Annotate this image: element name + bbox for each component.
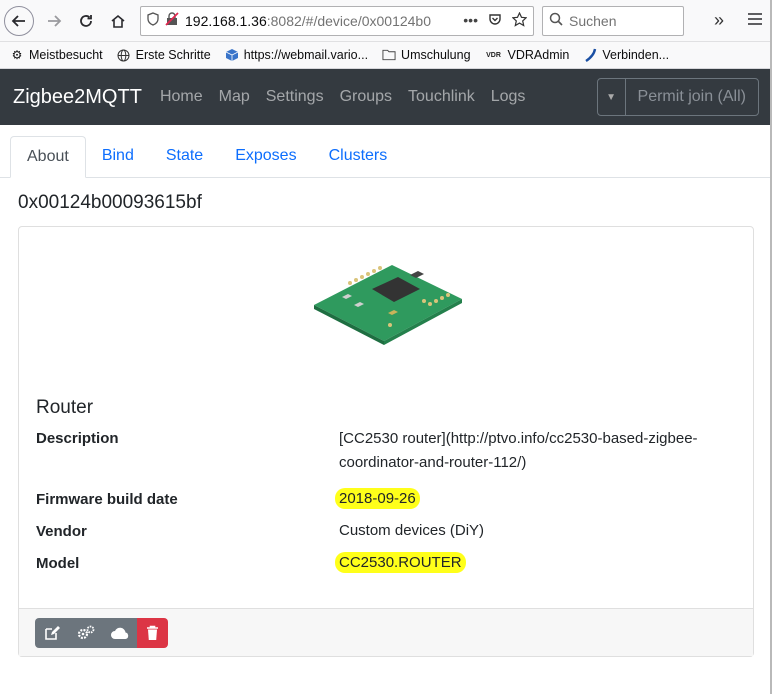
property-key: Vendor xyxy=(36,522,87,540)
tab-about[interactable]: About xyxy=(10,136,86,178)
bookmark-label: VDRAdmin xyxy=(507,48,570,62)
card-footer xyxy=(19,608,753,656)
device-card: Router Description [CC2530 router](http:… xyxy=(18,226,754,657)
device-id-heading: 0x00124b00093615bf xyxy=(18,192,202,213)
edit-button[interactable] xyxy=(35,617,69,648)
property-key: Model xyxy=(36,554,80,572)
browser-toolbar: 192.168.1.36:8082/#/device/0x00124b0 •••… xyxy=(0,0,772,42)
edit-icon xyxy=(45,625,60,640)
hamburger-menu-icon[interactable] xyxy=(748,12,762,30)
cube-icon xyxy=(225,48,239,62)
bookmark-label: Erste Schritte xyxy=(135,48,211,62)
globe-icon xyxy=(117,48,131,62)
tab-exposes[interactable]: Exposes xyxy=(219,135,312,177)
url-host: 192.168.1.36 xyxy=(185,12,267,29)
configure-button[interactable] xyxy=(69,617,103,648)
tab-clusters[interactable]: Clusters xyxy=(313,135,404,177)
property-value-vendor: Custom devices (DiY) xyxy=(339,522,485,539)
trash-icon xyxy=(147,625,158,640)
home-icon[interactable] xyxy=(102,5,134,37)
bookmark-label: Umschulung xyxy=(401,48,471,62)
search-placeholder: Suchen xyxy=(569,12,617,29)
insecure-lock-icon[interactable] xyxy=(165,12,179,29)
device-tabs: About Bind State Exposes Clusters xyxy=(0,125,772,178)
url-bar[interactable]: 192.168.1.36:8082/#/device/0x00124b0 ••• xyxy=(140,5,534,36)
permit-join-button-group: ▼ Permit join (All) xyxy=(596,78,759,116)
brand-logo[interactable]: Zigbee2MQTT xyxy=(13,86,142,109)
property-row-description: Description [CC2530 router](http://ptvo.… xyxy=(36,427,736,483)
bookmark-label: Verbinden... xyxy=(602,48,670,62)
property-key: Description xyxy=(36,430,119,447)
overflow-chevron-icon[interactable]: » xyxy=(714,10,724,31)
cloud-icon xyxy=(111,627,129,639)
device-properties: Description [CC2530 router](http://ptvo.… xyxy=(36,427,736,579)
swoosh-icon xyxy=(583,48,597,62)
property-key: Firmware build date xyxy=(36,490,178,508)
bookmark-label: https://webmail.vario... xyxy=(243,48,369,62)
url-text[interactable]: 192.168.1.36:8082/#/device/0x00124b0 xyxy=(185,13,457,29)
shield-icon[interactable] xyxy=(147,12,159,29)
device-type-title: Router xyxy=(36,397,94,418)
ota-update-button[interactable] xyxy=(103,617,137,648)
bookmark-verbinden[interactable]: Verbinden... xyxy=(583,48,669,62)
reload-icon[interactable] xyxy=(70,5,102,37)
bookmark-vdradmin[interactable]: VDR VDRAdmin xyxy=(485,48,570,62)
pocket-icon[interactable] xyxy=(488,12,502,30)
app-navbar: Zigbee2MQTT Home Map Settings Groups Tou… xyxy=(0,69,772,125)
device-image xyxy=(314,255,464,345)
bookmark-star-icon[interactable] xyxy=(511,11,528,30)
bookmark-webmail[interactable]: https://webmail.vario... xyxy=(225,48,368,62)
bookmark-erste-schritte[interactable]: Erste Schritte xyxy=(117,48,211,62)
bookmark-label: Meistbesucht xyxy=(29,48,103,62)
property-value-description: [CC2530 router](http://ptvo.info/cc2530-… xyxy=(339,430,698,471)
bookmark-meistbesucht[interactable]: ⚙ Meistbesucht xyxy=(10,48,103,62)
device-actions xyxy=(35,617,168,648)
tab-state[interactable]: State xyxy=(150,135,219,177)
property-row-vendor: Vendor Custom devices (DiY) xyxy=(36,515,736,547)
nav-link-settings[interactable]: Settings xyxy=(266,88,324,106)
bookmarks-bar: ⚙ Meistbesucht Erste Schritte https://we… xyxy=(0,42,772,69)
search-input[interactable]: Suchen xyxy=(542,5,684,36)
vdr-logo-icon: VDR xyxy=(486,51,501,59)
tab-bind[interactable]: Bind xyxy=(86,135,150,177)
property-value-model: CC2530.ROUTER xyxy=(335,552,466,573)
nav-links: Home Map Settings Groups Touchlink Logs xyxy=(160,88,526,106)
more-actions-icon[interactable]: ••• xyxy=(463,12,478,30)
nav-link-home[interactable]: Home xyxy=(160,88,203,106)
bookmark-umschulung[interactable]: Umschulung xyxy=(382,48,471,62)
search-icon xyxy=(549,12,563,29)
property-row-model: Model CC2530.ROUTER xyxy=(36,547,736,579)
nav-link-logs[interactable]: Logs xyxy=(491,88,526,106)
nav-link-touchlink[interactable]: Touchlink xyxy=(408,88,475,106)
cogs-icon xyxy=(77,625,95,639)
gear-icon: ⚙ xyxy=(11,48,23,62)
nav-link-map[interactable]: Map xyxy=(219,88,250,106)
back-icon[interactable] xyxy=(4,5,34,36)
remove-button[interactable] xyxy=(137,617,168,648)
forward-icon[interactable] xyxy=(38,5,70,37)
property-row-firmware: Firmware build date 2018-09-26 xyxy=(36,483,736,515)
nav-link-groups[interactable]: Groups xyxy=(340,88,392,106)
property-value-firmware-date: 2018-09-26 xyxy=(335,488,420,509)
folder-icon xyxy=(382,48,396,62)
url-path: :8082/#/device/0x00124b0 xyxy=(266,12,431,29)
permit-join-button[interactable]: Permit join (All) xyxy=(626,79,758,115)
caret-down-icon[interactable]: ▼ xyxy=(598,79,626,115)
